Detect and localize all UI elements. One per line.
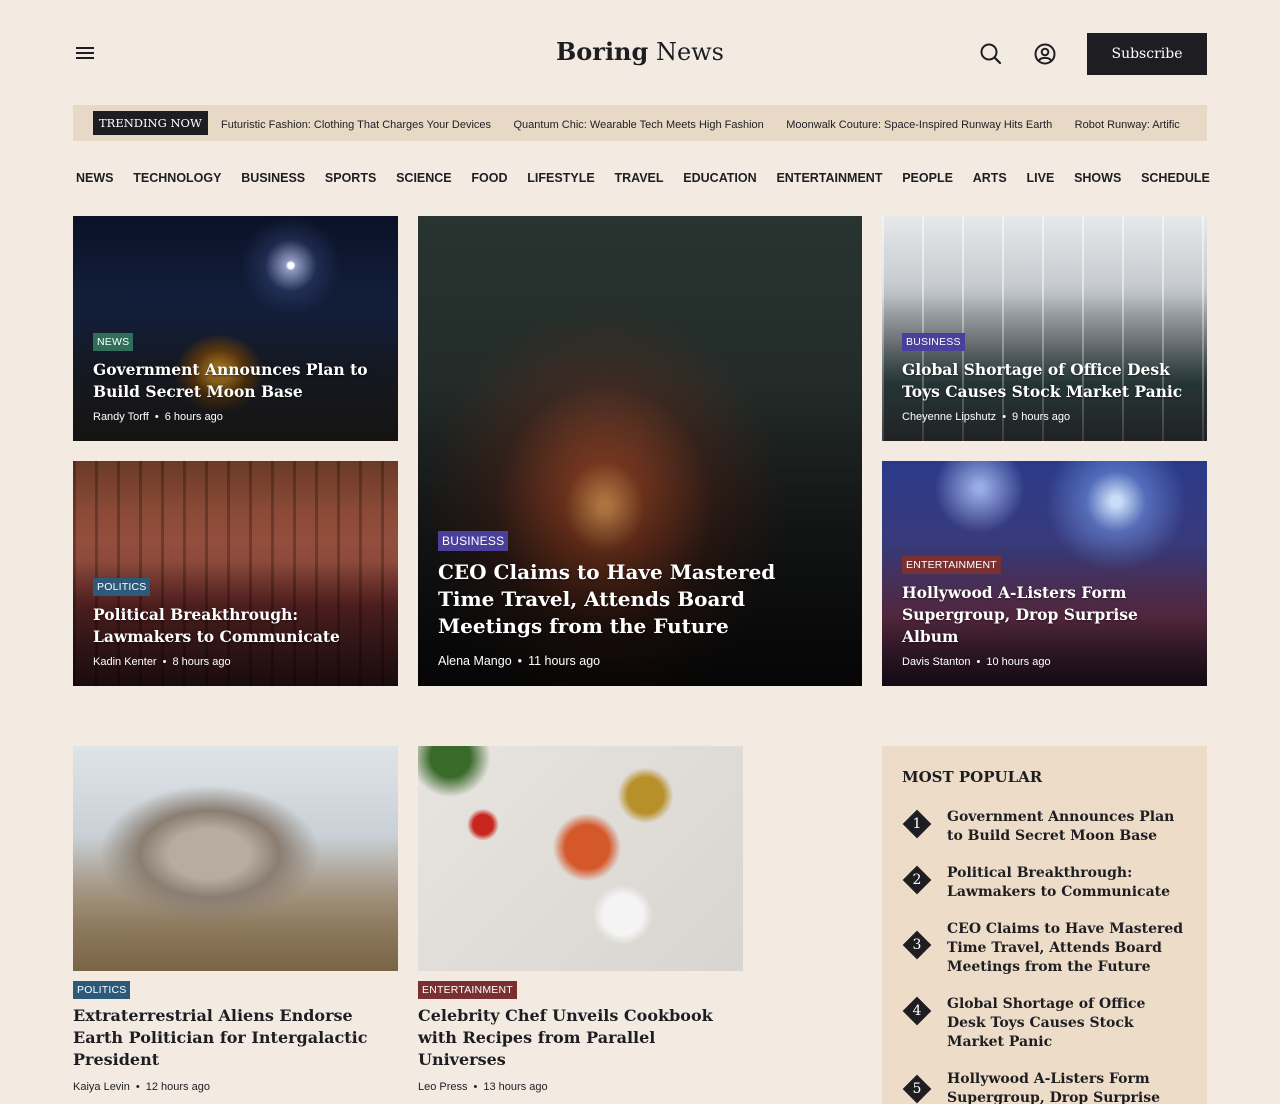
story-card: POLITICS Extraterrestrial Aliens Endorse… (73, 746, 398, 1093)
nav-item-arts[interactable]: ARTS (970, 168, 1010, 190)
rank-badge: 2 (902, 865, 932, 895)
author: Kadin Kenter (93, 656, 157, 668)
author: Randy Torff (93, 411, 149, 423)
most-popular-heading: MOST POPULAR (902, 768, 1043, 786)
trending-bar: TRENDING NOW Futuristic Fashion: Clothin… (73, 105, 1207, 141)
category-tag[interactable]: POLITICS (73, 981, 131, 999)
nav-item-schedule[interactable]: SCHEDULE (1138, 168, 1213, 190)
category-tag[interactable]: NEWS (93, 333, 134, 351)
nav-item-travel[interactable]: TRAVEL (611, 168, 666, 190)
timestamp: 8 hours ago (172, 656, 231, 668)
headline[interactable]: Government Announces Plan to Build Secre… (93, 359, 382, 403)
card-caption: POLITICS Political Breakthrough: Lawmake… (93, 577, 382, 668)
popular-item[interactable]: 3 CEO Claims to Have Mastered Time Trave… (902, 920, 1187, 977)
trending-item[interactable]: Quantum Chic: Wearable Tech Meets High F… (514, 119, 764, 131)
author: Leo Press (418, 1081, 468, 1093)
timestamp: 9 hours ago (1012, 411, 1071, 423)
card-caption: NEWS Government Announces Plan to Build … (93, 332, 382, 423)
card-caption: BUSINESS Global Shortage of Office Desk … (902, 332, 1191, 423)
nav-item-lifestyle[interactable]: LIFESTYLE (524, 168, 597, 190)
rank-badge: 1 (902, 809, 932, 839)
popular-item[interactable]: 2 Political Breakthrough: Lawmakers to C… (902, 864, 1187, 902)
headline[interactable]: CEO Claims to Have Mastered Time Travel,… (438, 559, 832, 640)
headline[interactable]: Celebrity Chef Unveils Cookbook with Rec… (418, 1005, 743, 1071)
featured-card[interactable]: NEWS Government Announces Plan to Build … (73, 216, 398, 441)
nav-item-shows[interactable]: SHOWS (1071, 168, 1124, 190)
author: Kaiya Levin (73, 1081, 130, 1093)
nav-item-education[interactable]: EDUCATION (680, 168, 759, 190)
category-tag[interactable]: BUSINESS (902, 333, 965, 351)
nav-item-news[interactable]: NEWS (73, 168, 117, 190)
byline: Randy Torff • 6 hours ago (93, 411, 223, 423)
nav-item-business[interactable]: BUSINESS (238, 168, 308, 190)
nav-item-science[interactable]: SCIENCE (393, 168, 455, 190)
popular-item[interactable]: 5 Hollywood A-Listers Form Supergroup, D… (902, 1070, 1187, 1104)
byline: Cheyenne Lipshutz • 9 hours ago (902, 411, 1071, 423)
nav-item-technology[interactable]: TECHNOLOGY (130, 168, 224, 190)
most-popular-panel: MOST POPULAR 1 Government Announces Plan… (882, 746, 1207, 1104)
monument-image[interactable] (73, 746, 398, 971)
popular-item[interactable]: 1 Government Announces Plan to Build Sec… (902, 808, 1187, 846)
nav-item-people[interactable]: PEOPLE (899, 168, 956, 190)
rank-badge: 4 (902, 996, 932, 1026)
byline: Kaiya Levin • 12 hours ago (73, 1081, 210, 1093)
category-tag[interactable]: POLITICS (93, 578, 151, 596)
timestamp: 11 hours ago (528, 654, 601, 668)
timestamp: 13 hours ago (483, 1081, 548, 1093)
card-caption: ENTERTAINMENT Hollywood A-Listers Form S… (902, 555, 1191, 668)
timestamp: 10 hours ago (986, 656, 1051, 668)
rank-badge: 5 (902, 1074, 932, 1104)
featured-card[interactable]: ENTERTAINMENT Hollywood A-Listers Form S… (882, 461, 1207, 686)
subscribe-button[interactable]: Subscribe (1087, 33, 1207, 75)
category-tag[interactable]: BUSINESS (438, 531, 509, 551)
card-caption: BUSINESS CEO Claims to Have Mastered Tim… (438, 531, 832, 668)
nav-item-sports[interactable]: SPORTS (322, 168, 379, 190)
author: Alena Mango (438, 654, 512, 668)
nav-item-live[interactable]: LIVE (1024, 168, 1058, 190)
rank-badge: 3 (902, 930, 932, 960)
byline: Kadin Kenter • 8 hours ago (93, 656, 231, 668)
category-nav: NEWS TECHNOLOGY BUSINESS SPORTS SCIENCE … (73, 168, 1213, 190)
headline[interactable]: Hollywood A-Listers Form Supergroup, Dro… (902, 582, 1191, 648)
trending-item[interactable]: Moonwalk Couture: Space-Inspired Runway … (786, 119, 1052, 131)
featured-card[interactable]: POLITICS Political Breakthrough: Lawmake… (73, 461, 398, 686)
popular-title[interactable]: Global Shortage of Office Desk Toys Caus… (947, 995, 1187, 1052)
headline[interactable]: Political Breakthrough: Lawmakers to Com… (93, 604, 382, 648)
category-tag[interactable]: ENTERTAINMENT (902, 556, 1001, 574)
popular-title[interactable]: Political Breakthrough: Lawmakers to Com… (947, 864, 1187, 902)
author: Davis Stanton (902, 656, 971, 668)
category-tag[interactable]: ENTERTAINMENT (418, 981, 517, 999)
author: Cheyenne Lipshutz (902, 411, 997, 423)
timestamp: 12 hours ago (145, 1081, 210, 1093)
nav-item-food[interactable]: FOOD (468, 168, 510, 190)
popular-title[interactable]: Government Announces Plan to Build Secre… (947, 808, 1187, 846)
byline: Alena Mango • 11 hours ago (438, 654, 601, 668)
spices-image[interactable] (418, 746, 743, 971)
byline: Davis Stanton • 10 hours ago (902, 656, 1051, 668)
popular-title[interactable]: Hollywood A-Listers Form Supergroup, Dro… (947, 1070, 1187, 1104)
story-card: ENTERTAINMENT Celebrity Chef Unveils Coo… (418, 746, 743, 1093)
nav-item-entertainment[interactable]: ENTERTAINMENT (773, 168, 885, 190)
user-circle-icon[interactable] (1031, 40, 1059, 68)
featured-card-main[interactable]: BUSINESS CEO Claims to Have Mastered Tim… (418, 216, 862, 686)
search-icon[interactable] (977, 40, 1005, 68)
headline[interactable]: Extraterrestrial Aliens Endorse Earth Po… (73, 1005, 398, 1071)
popular-item[interactable]: 4 Global Shortage of Office Desk Toys Ca… (902, 995, 1187, 1052)
headline[interactable]: Global Shortage of Office Desk Toys Caus… (902, 359, 1191, 403)
featured-card[interactable]: BUSINESS Global Shortage of Office Desk … (882, 216, 1207, 441)
byline: Leo Press • 13 hours ago (418, 1081, 548, 1093)
trending-list: Futuristic Fashion: Clothing That Charge… (221, 105, 1198, 141)
popular-title[interactable]: CEO Claims to Have Mastered Time Travel,… (947, 920, 1187, 977)
trending-item[interactable]: Futuristic Fashion: Clothing That Charge… (221, 119, 491, 131)
trending-item[interactable]: Robot Runway: Artific (1075, 119, 1180, 131)
site-header: Boring News Subscribe (73, 33, 1207, 75)
timestamp: 6 hours ago (164, 411, 223, 423)
trending-label: TRENDING NOW (93, 111, 208, 135)
